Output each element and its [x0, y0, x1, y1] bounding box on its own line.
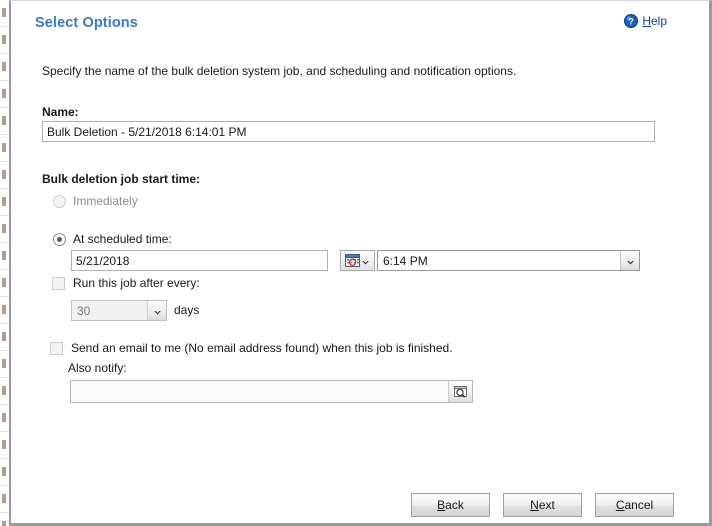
cancel-accel-char: C	[615, 498, 625, 512]
name-input[interactable]	[42, 121, 655, 142]
background-list-row	[0, 378, 9, 405]
schedule-time-value: 6:14 PM	[383, 253, 428, 268]
help-rest-text: elp	[650, 14, 667, 28]
background-list-row	[0, 513, 9, 526]
help-link[interactable]: ? Help	[624, 14, 667, 28]
back-rest-text: ack	[445, 498, 464, 512]
cancel-button[interactable]: Cancel	[595, 493, 674, 517]
chevron-down-icon	[361, 256, 370, 265]
background-window-sliver	[0, 0, 9, 526]
date-picker-button[interactable]	[340, 250, 375, 271]
dialog-content: Select Options ? Help Specify the name o…	[11, 1, 709, 523]
background-list-row	[0, 108, 9, 135]
background-list-row	[0, 486, 9, 513]
schedule-time-dropdown-button[interactable]	[620, 251, 639, 270]
intro-text: Specify the name of the bulk deletion sy…	[42, 64, 517, 78]
help-circle-icon: ?	[624, 14, 639, 28]
lookup-magnifier-icon	[453, 385, 468, 399]
back-button[interactable]: Back	[411, 493, 490, 517]
next-rest-text: ext	[538, 498, 555, 512]
background-list-row	[0, 243, 9, 270]
next-button[interactable]: Next	[503, 493, 582, 517]
name-label: Name:	[42, 105, 79, 119]
recurrence-interval-select[interactable]: 30	[71, 300, 167, 321]
help-link-label: Help	[642, 14, 667, 28]
schedule-date-input[interactable]	[71, 250, 328, 271]
also-notify-lookup-button[interactable]	[448, 381, 472, 402]
background-list-row	[0, 0, 9, 27]
page-title: Select Options	[35, 15, 138, 31]
background-list-row	[0, 54, 9, 81]
background-list-row	[0, 459, 9, 486]
recurrence-interval-value: 30	[77, 303, 91, 318]
next-accel-char: N	[530, 498, 539, 512]
schedule-time-select[interactable]: 6:14 PM	[377, 250, 640, 271]
back-accel-char: B	[437, 498, 446, 512]
email-notification-checkbox[interactable]	[50, 341, 63, 355]
recurrence-checkbox-label: Run this job after every:	[73, 276, 200, 290]
background-list-row	[0, 216, 9, 243]
recurrence-checkbox-row[interactable]: Run this job after every:	[52, 276, 200, 290]
also-notify-field[interactable]	[70, 380, 473, 403]
also-notify-label: Also notify:	[68, 361, 127, 375]
chevron-down-icon	[153, 306, 162, 315]
svg-text:?: ?	[629, 16, 635, 26]
background-list-row	[0, 189, 9, 216]
background-list-row	[0, 297, 9, 324]
radio-immediately-indicator[interactable]	[53, 194, 66, 208]
email-notification-checkbox-row[interactable]: Send an email to me (No email address fo…	[50, 341, 453, 355]
radio-option-immediately[interactable]: Immediately	[53, 194, 138, 208]
background-list-row	[0, 351, 9, 378]
background-list-row	[0, 324, 9, 351]
calendar-icon	[345, 254, 360, 267]
background-list-row	[0, 162, 9, 189]
also-notify-input[interactable]	[71, 381, 448, 402]
radio-scheduled-indicator[interactable]	[53, 232, 66, 246]
radio-immediately-label: Immediately	[73, 194, 138, 208]
recurrence-unit-label: days	[174, 303, 200, 317]
background-list-row	[0, 135, 9, 162]
recurrence-checkbox[interactable]	[52, 276, 65, 290]
email-notification-label: Send an email to me (No email address fo…	[71, 341, 453, 355]
cancel-rest-text: ancel	[624, 498, 654, 512]
background-list-row	[0, 432, 9, 459]
chevron-down-icon	[626, 256, 635, 265]
background-list-row	[0, 405, 9, 432]
background-list-row	[0, 270, 9, 297]
background-list-row	[0, 81, 9, 108]
help-accel-char: H	[642, 14, 651, 28]
start-time-heading: Bulk deletion job start time:	[42, 172, 201, 186]
radio-scheduled-label: At scheduled time:	[73, 232, 172, 246]
radio-option-at-scheduled-time[interactable]: At scheduled time:	[53, 232, 172, 246]
background-list-row	[0, 27, 9, 54]
select-options-dialog: Select Options ? Help Specify the name o…	[9, 0, 712, 526]
recurrence-interval-dropdown-button[interactable]	[147, 301, 166, 320]
